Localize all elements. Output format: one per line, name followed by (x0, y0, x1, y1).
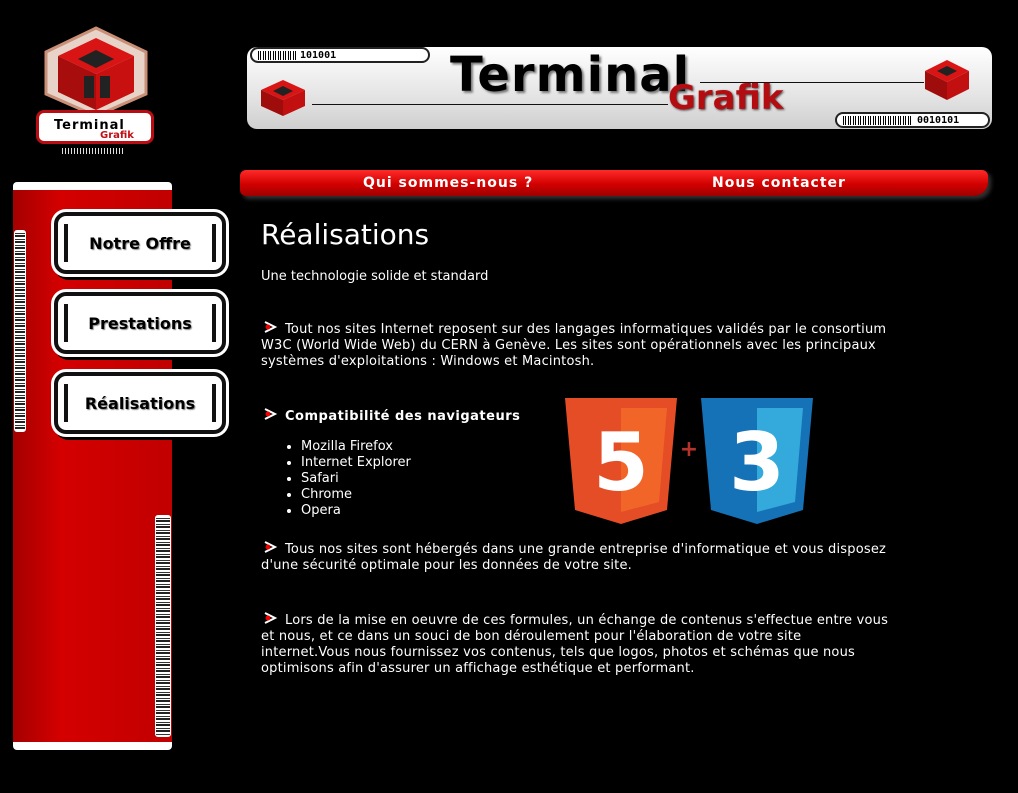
page-subtitle: Une technologie solide et standard (261, 269, 489, 284)
logo-barcode (62, 148, 124, 154)
list-item: Opera (301, 503, 411, 519)
sidebar-item-realisations[interactable]: Réalisations (54, 372, 226, 434)
barcode-left: 101001 (250, 47, 430, 63)
bullet-arrow-icon (264, 408, 278, 420)
sidebar-item-label: Prestations (88, 313, 192, 333)
sidebar-item-notre-offre[interactable]: Notre Offre (54, 212, 226, 274)
barcode-bars-icon (843, 115, 913, 125)
barcode-right: 0010101 (835, 112, 990, 128)
paragraph-standards: Tout nos sites Internet reposent sur des… (261, 320, 891, 370)
barcode-left-number: 101001 (300, 49, 337, 61)
cube-icon (925, 60, 969, 100)
compat-heading-text: Compatibilité des navigateurs (285, 409, 521, 424)
list-item: Mozilla Firefox (301, 439, 411, 455)
sidebar-item-prestations[interactable]: Prestations (54, 292, 226, 354)
nav-link-qui-sommes-nous[interactable]: Qui sommes-nous ? (363, 175, 533, 191)
page-title: Réalisations (261, 218, 430, 251)
barcode-right-number: 0010101 (917, 114, 960, 126)
css3-digit: 3 (729, 416, 785, 509)
paragraph-text: Lors de la mise en oeuvre de ces formule… (261, 613, 889, 676)
logo-word-grafik: Grafik (100, 130, 134, 141)
sidebar-item-label: Réalisations (84, 393, 196, 413)
plus-sign: + (680, 437, 698, 462)
banner-title-grafik: Grafik (668, 78, 784, 118)
compat-heading: Compatibilité des navigateurs (261, 407, 520, 424)
html5-css3-logos: 5 + 3 (565, 398, 813, 524)
bullet-arrow-icon (264, 541, 278, 553)
sidebar-barcode-strip (14, 230, 26, 432)
paragraph-text: Tout nos sites Internet reposent sur des… (261, 322, 887, 369)
banner-title-terminal: Terminal (450, 47, 691, 103)
cube-icon (261, 80, 305, 116)
list-item: Safari (301, 471, 411, 487)
paragraph-content-exchange: Lors de la mise en oeuvre de ces formule… (261, 611, 891, 677)
cube-logo-icon (44, 26, 148, 118)
nav-link-nous-contacter[interactable]: Nous contacter (712, 175, 846, 191)
top-navigation-bar: Qui sommes-nous ? Nous contacter (240, 170, 988, 196)
sidebar-item-label: Notre Offre (89, 233, 191, 253)
html5-digit: 5 (593, 416, 649, 509)
css3-logo-icon: 3 (701, 398, 813, 524)
bullet-arrow-icon (264, 612, 278, 624)
banner-line (312, 104, 668, 105)
paragraph-text: Tous nos sites sont hébergés dans une gr… (261, 542, 887, 573)
html5-logo-icon: 5 (565, 398, 677, 524)
list-item: Internet Explorer (301, 455, 411, 471)
site-logo[interactable]: Terminal Grafik (34, 24, 158, 158)
browser-list: Mozilla Firefox Internet Explorer Safari… (301, 439, 411, 519)
barcode-bars-icon (258, 50, 296, 60)
sidebar-barcode-strip (155, 515, 171, 737)
paragraph-hosting: Tous nos sites sont hébergés dans une gr… (261, 540, 891, 574)
list-item: Chrome (301, 487, 411, 503)
bullet-arrow-icon (264, 321, 278, 333)
